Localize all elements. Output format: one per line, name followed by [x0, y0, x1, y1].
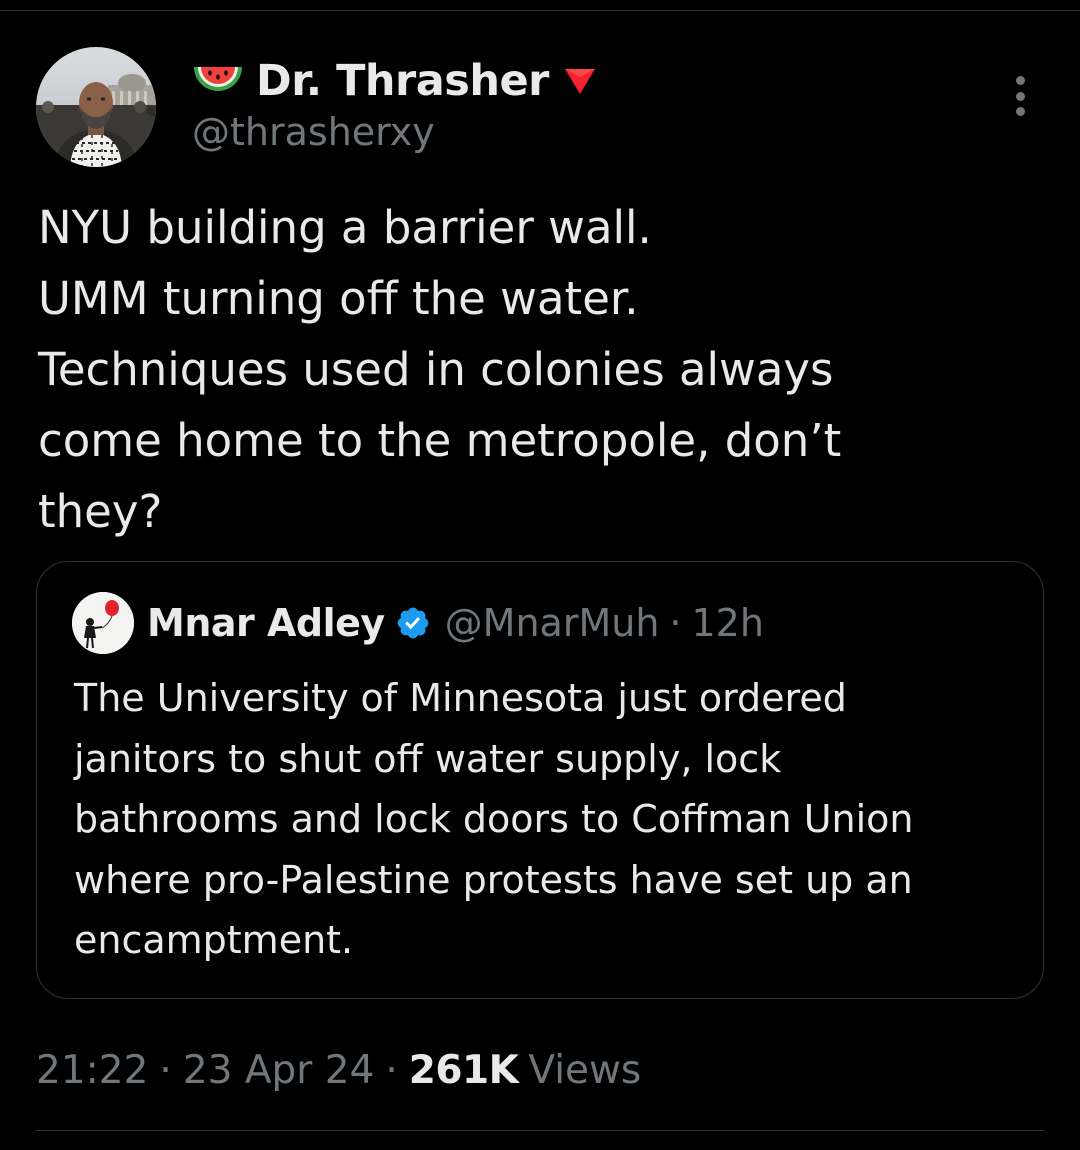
tweet-text: NYU building a barrier wall. UMM turning… — [38, 192, 1048, 547]
meta-separator: · — [159, 1047, 172, 1093]
meta-separator: · — [385, 1047, 398, 1093]
tweet-time[interactable]: 21:22 — [36, 1048, 148, 1093]
views-label: Views — [528, 1047, 642, 1093]
quote-text-line: janitors to shut off water supply, lock — [74, 736, 782, 781]
author-handle[interactable]: @thrasherxy — [192, 110, 597, 154]
quote-header: Mnar Adley @MnarMuh · 12h — [147, 595, 764, 651]
quote-text-line: where pro-Palestine protests have set up… — [74, 857, 913, 902]
quote-timestamp[interactable]: 12h — [692, 601, 764, 645]
quote-text: The University of Minnesota just ordered… — [74, 668, 1034, 971]
tweet-text-line: Techniques used in colonies always — [38, 343, 834, 396]
top-divider — [0, 10, 1080, 11]
quote-author-avatar[interactable] — [72, 592, 134, 654]
author-avatar-image — [36, 47, 156, 167]
more-options-button[interactable] — [1002, 72, 1038, 120]
author-name-row: Dr. Thrasher — [192, 52, 597, 110]
quote-text-line: The University of Minnesota just ordered — [74, 676, 847, 720]
quote-avatar-image — [72, 592, 134, 654]
bottom-divider — [36, 1130, 1044, 1131]
tweet-text-line: NYU building a barrier wall. — [38, 201, 652, 254]
views-count[interactable]: 261K — [409, 1048, 519, 1093]
quote-separator: · — [669, 601, 682, 645]
tweet-date[interactable]: 23 Apr 24 — [183, 1048, 375, 1093]
author-block: Dr. Thrasher @thrasherxy — [192, 52, 597, 154]
quote-text-line: bathrooms and lock doors to Coffman Unio… — [74, 797, 914, 841]
more-dot-icon — [1015, 107, 1025, 116]
verified-badge-icon — [395, 605, 431, 641]
quote-text-line: encamptment. — [74, 918, 354, 962]
tweet-text-line: they? — [38, 485, 163, 538]
more-dot-icon — [1015, 76, 1025, 85]
quote-tweet-card[interactable]: Mnar Adley @MnarMuh · 12h The University… — [36, 561, 1044, 999]
quote-author-handle[interactable]: @MnarMuh — [445, 601, 660, 645]
red-triangle-icon — [563, 66, 597, 96]
more-dot-icon — [1015, 91, 1025, 101]
quote-author-name[interactable]: Mnar Adley — [147, 601, 385, 645]
tweet-meta-row: 21:22 · 23 Apr 24 · 261K Views — [36, 1040, 641, 1100]
watermelon-icon — [192, 61, 244, 101]
author-name[interactable]: Dr. Thrasher — [256, 56, 549, 106]
author-avatar[interactable] — [36, 47, 156, 167]
tweet-text-line: come home to the metropole, don’t — [38, 414, 842, 467]
tweet-text-line: UMM turning off the water. — [38, 272, 639, 325]
